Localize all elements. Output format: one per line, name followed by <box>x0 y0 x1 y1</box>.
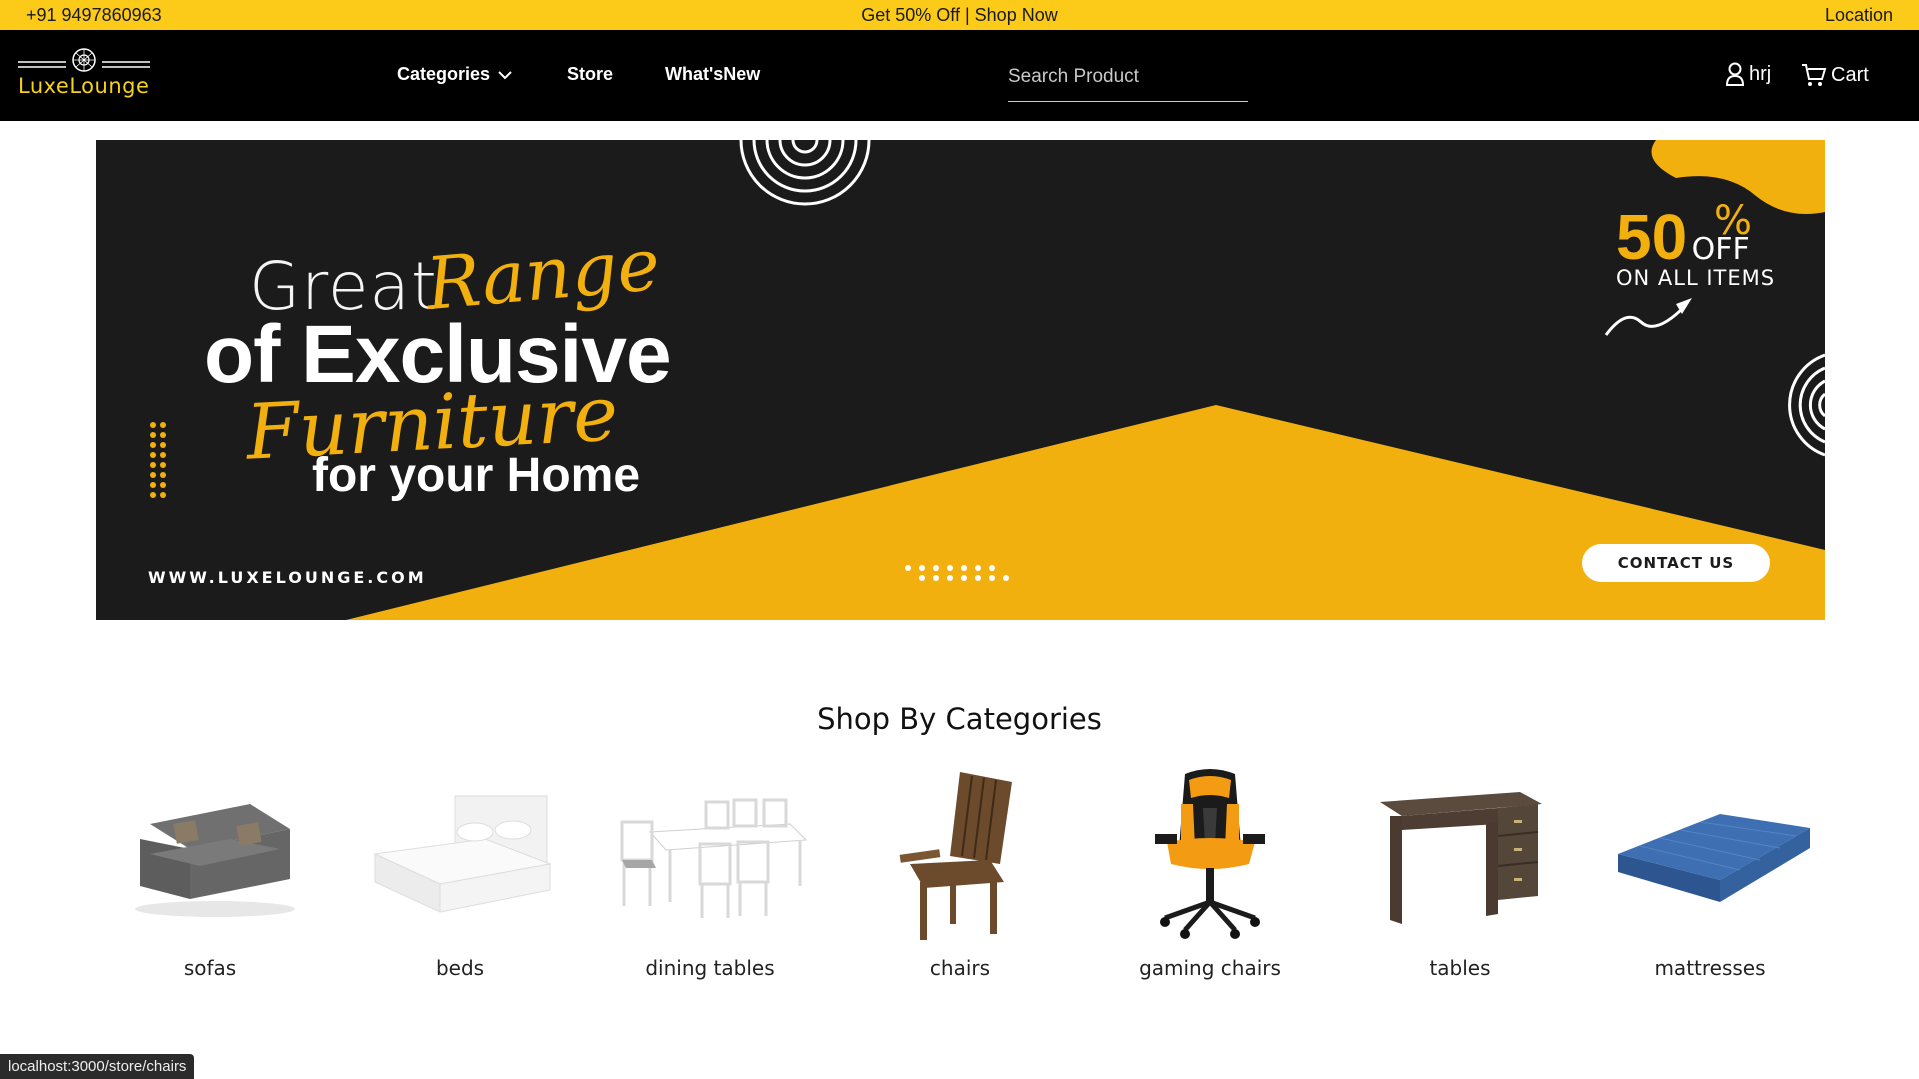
mattress-image <box>1610 764 1810 944</box>
contact-us-button[interactable]: CONTACT US <box>1582 544 1770 582</box>
category-label: beds <box>435 956 485 980</box>
category-dining-tables[interactable]: dining tables <box>610 764 810 980</box>
category-chairs[interactable]: chairs <box>860 764 1060 980</box>
nav-whats-new[interactable]: What'sNew <box>665 64 760 85</box>
gaming-chair-image <box>1110 764 1310 944</box>
hero-banner[interactable]: Great Range of Exclusive Furniture for y… <box>96 140 1825 620</box>
promo-link[interactable]: Get 50% Off | Shop Now <box>861 5 1057 25</box>
phone-number[interactable]: +91 9497860963 <box>26 5 162 26</box>
nav-whats-new-label: What'sNew <box>665 64 761 84</box>
cart-label: Cart <box>1831 63 1869 86</box>
nav-categories[interactable]: Categories <box>397 64 512 85</box>
dining-table-image <box>610 764 810 944</box>
category-label: mattresses <box>1654 956 1766 980</box>
section-title: Shop By Categories <box>817 702 1102 736</box>
table-image <box>1360 764 1560 944</box>
category-mattresses[interactable]: mattresses <box>1610 764 1810 980</box>
banner-heading-home: for your Home <box>312 449 641 502</box>
nav-store-label: Store <box>567 64 614 84</box>
cart-icon <box>1802 64 1827 86</box>
category-gaming-chairs[interactable]: gaming chairs <box>1110 764 1310 980</box>
offer-items: ON ALL ITEMS <box>1616 266 1776 290</box>
sofa-image <box>110 764 310 944</box>
category-tables[interactable]: tables <box>1360 764 1560 980</box>
category-label: chairs <box>929 956 991 980</box>
search-box <box>1008 52 1248 102</box>
category-label: dining tables <box>645 956 775 980</box>
navbar: LuxeLounge Categories Store What'sNew hr… <box>0 30 1919 121</box>
category-label: sofas <box>183 956 237 980</box>
banner-website: WWW.LUXELOUNGE.COM <box>148 568 427 587</box>
category-sofas[interactable]: sofas <box>110 764 310 980</box>
search-input[interactable] <box>1008 52 1248 101</box>
logo-text: LuxeLounge <box>18 74 150 98</box>
category-label: gaming chairs <box>1139 956 1281 980</box>
location-link[interactable]: Location <box>1825 5 1893 26</box>
nav-categories-label: Categories <box>397 64 491 84</box>
logo[interactable]: LuxeLounge <box>18 48 152 106</box>
announcement-bar: +91 9497860963 Get 50% Off | Shop Now Lo… <box>0 0 1919 30</box>
category-beds[interactable]: beds <box>360 764 560 980</box>
status-bar-url: localhost:3000/store/chairs <box>0 1054 195 1079</box>
cart-button[interactable]: Cart <box>1801 62 1869 88</box>
offer-value: 50 <box>1616 201 1688 273</box>
offer-percent: % <box>1714 198 1753 244</box>
user-icon <box>1725 62 1745 86</box>
user-name: hrj <box>1749 62 1772 85</box>
chevron-down-icon <box>498 70 512 79</box>
chair-image <box>860 764 1060 944</box>
nav-store[interactable]: Store <box>567 64 613 85</box>
user-account[interactable]: hrj <box>1725 62 1771 86</box>
banner-offer: 50 % OFF ON ALL ITEMS <box>1616 198 1776 290</box>
bed-image <box>360 764 560 944</box>
category-label: tables <box>1429 956 1491 980</box>
